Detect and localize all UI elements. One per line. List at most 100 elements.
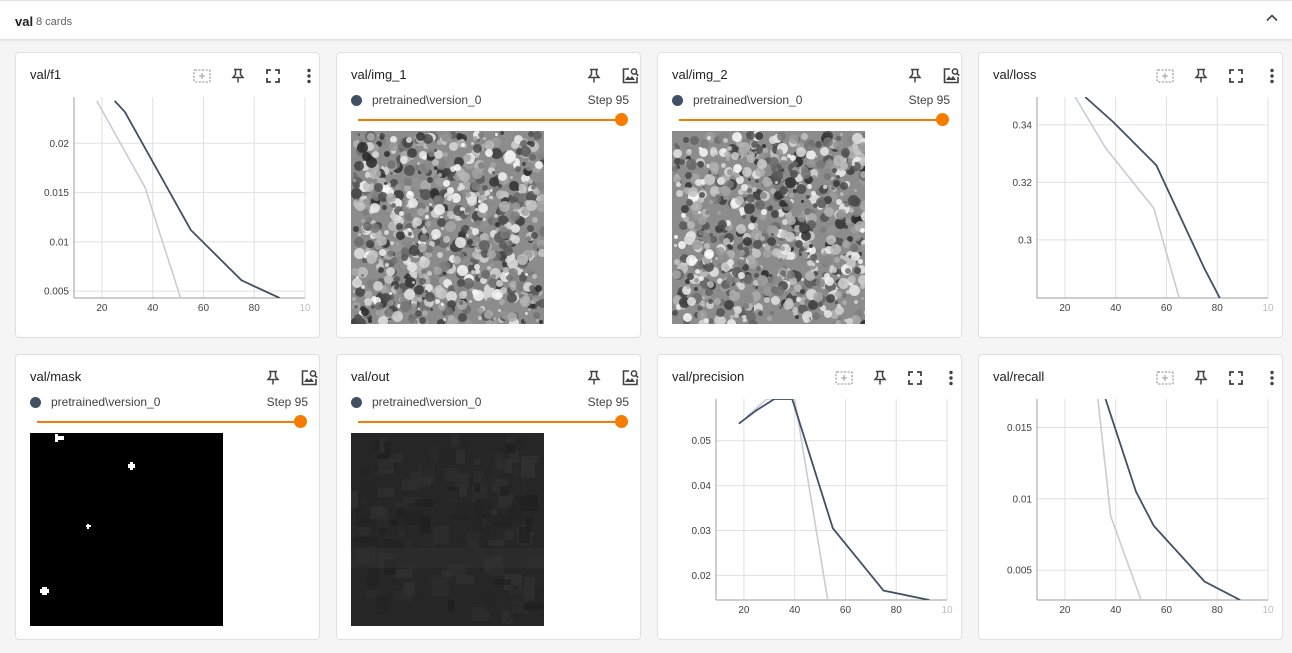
step-label: Step 95	[587, 395, 629, 409]
card-f1: val/f1 20 40 60 80 10 0.02 0.015 0.01 0.005	[15, 52, 320, 338]
card-img_2: val/img_2 pretrained\version_0 Step 95	[657, 52, 962, 338]
x-tick-label: 60	[840, 605, 852, 616]
image-search-icon[interactable]	[619, 65, 640, 87]
x-tick-label: 20	[1059, 605, 1071, 616]
step-slider[interactable]	[37, 415, 307, 429]
pin-icon[interactable]	[1190, 65, 1212, 87]
image-search-icon[interactable]	[940, 65, 961, 87]
y-tick-label: 0.04	[692, 481, 712, 492]
y-tick-label: 0.005	[1007, 566, 1032, 577]
y-tick-label: 0.015	[44, 188, 69, 199]
x-tick-label: 20	[738, 605, 750, 616]
x-tick-label: 80	[1212, 605, 1224, 616]
slider-thumb[interactable]	[936, 113, 949, 126]
x-tick-label: 10	[941, 605, 953, 616]
pin-icon[interactable]	[904, 65, 926, 87]
card-img_1: val/img_1 pretrained\version_0 Step 95	[336, 52, 641, 338]
y-tick-label: 0.32	[1013, 178, 1033, 189]
card-out: val/out pretrained\version_0 Step 95	[336, 354, 641, 640]
card-title: val/loss	[993, 67, 1037, 82]
step-label: Step 95	[266, 395, 308, 409]
card-loss: val/loss 20 40 60 80 10 0.34 0.32 0.3	[978, 52, 1283, 338]
run-row: pretrained\version_0 Step 95	[351, 93, 629, 109]
slider-thumb[interactable]	[615, 113, 628, 126]
card-mask: val/mask pretrained\version_0 Step 95	[15, 354, 320, 640]
step-slider[interactable]	[358, 113, 628, 127]
x-tick-label: 80	[1212, 303, 1224, 314]
fit-domain-icon[interactable]	[1154, 65, 1176, 87]
run-name: pretrained\version_0	[693, 93, 803, 107]
step-slider[interactable]	[358, 415, 628, 429]
run-row: pretrained\version_0 Step 95	[30, 395, 308, 411]
series-line-smoothed	[738, 399, 930, 600]
more-vert-icon[interactable]	[1261, 367, 1282, 389]
series-line-smoothed	[1084, 97, 1221, 298]
image-img_1[interactable]	[351, 131, 544, 324]
x-tick-label: 20	[96, 303, 108, 314]
card-title: val/mask	[30, 369, 82, 384]
card-precision: val/precision 20 40 60 80 10 0.05 0.04 0.03 0.02	[657, 354, 962, 640]
pin-icon[interactable]	[869, 367, 891, 389]
image-mask[interactable]	[30, 433, 223, 626]
run-name: pretrained\version_0	[51, 395, 161, 409]
slider-thumb[interactable]	[294, 415, 307, 428]
y-tick-label: 0.34	[1013, 120, 1033, 131]
slider-thumb[interactable]	[615, 415, 628, 428]
series-line-raw	[745, 399, 829, 600]
more-vert-icon[interactable]	[940, 367, 961, 389]
y-tick-label: 0.01	[1013, 494, 1033, 505]
run-name: pretrained\version_0	[372, 93, 482, 107]
fit-domain-icon[interactable]	[191, 65, 213, 87]
y-tick-label: 0.02	[50, 139, 70, 150]
x-tick-label: 80	[891, 605, 903, 616]
image-img_2[interactable]	[672, 131, 865, 324]
y-tick-label: 0.05	[692, 436, 712, 447]
group-title: val	[15, 14, 34, 29]
pin-icon[interactable]	[262, 367, 284, 389]
fullscreen-icon[interactable]	[1225, 65, 1247, 87]
y-tick-label: 0.01	[50, 237, 70, 248]
slider-track	[358, 119, 620, 121]
more-vert-icon[interactable]	[298, 65, 319, 87]
pin-icon[interactable]	[1190, 367, 1212, 389]
y-tick-label: 0.015	[1007, 423, 1032, 434]
slider-track	[358, 421, 620, 423]
card-group-header: val 8 cards	[0, 0, 1292, 40]
step-label: Step 95	[908, 93, 950, 107]
run-row: pretrained\version_0 Step 95	[672, 93, 950, 109]
image-search-icon[interactable]	[619, 367, 640, 389]
more-vert-icon[interactable]	[1261, 65, 1282, 87]
series-line-smoothed	[113, 100, 280, 298]
fit-domain-icon[interactable]	[1154, 367, 1176, 389]
x-tick-label: 10	[299, 303, 311, 314]
pin-icon[interactable]	[583, 367, 605, 389]
pin-icon[interactable]	[583, 65, 605, 87]
fullscreen-icon[interactable]	[262, 65, 284, 87]
run-color-dot	[351, 397, 362, 408]
fullscreen-icon[interactable]	[1225, 367, 1247, 389]
image-out[interactable]	[351, 433, 544, 626]
slider-track	[37, 421, 299, 423]
pin-icon[interactable]	[227, 65, 249, 87]
step-slider[interactable]	[679, 113, 949, 127]
card-title: val/img_1	[351, 67, 407, 82]
x-tick-label: 60	[1161, 605, 1173, 616]
series-line-raw	[96, 100, 182, 298]
image-search-icon[interactable]	[298, 367, 319, 389]
collapse-group-icon[interactable]	[1264, 10, 1280, 26]
fullscreen-icon[interactable]	[904, 367, 926, 389]
x-tick-label: 20	[1059, 303, 1071, 314]
run-name: pretrained\version_0	[372, 395, 482, 409]
run-color-dot	[30, 397, 41, 408]
y-tick-label: 0.03	[692, 526, 712, 537]
x-tick-label: 10	[1262, 605, 1274, 616]
y-tick-label: 0.005	[44, 287, 69, 298]
fit-domain-icon[interactable]	[833, 367, 855, 389]
x-tick-label: 60	[198, 303, 210, 314]
x-tick-label: 60	[1161, 303, 1173, 314]
card-title: val/img_2	[672, 67, 728, 82]
series-line-raw	[1074, 97, 1180, 298]
step-label: Step 95	[587, 93, 629, 107]
card-title: val/out	[351, 369, 390, 384]
x-tick-label: 40	[789, 605, 801, 616]
